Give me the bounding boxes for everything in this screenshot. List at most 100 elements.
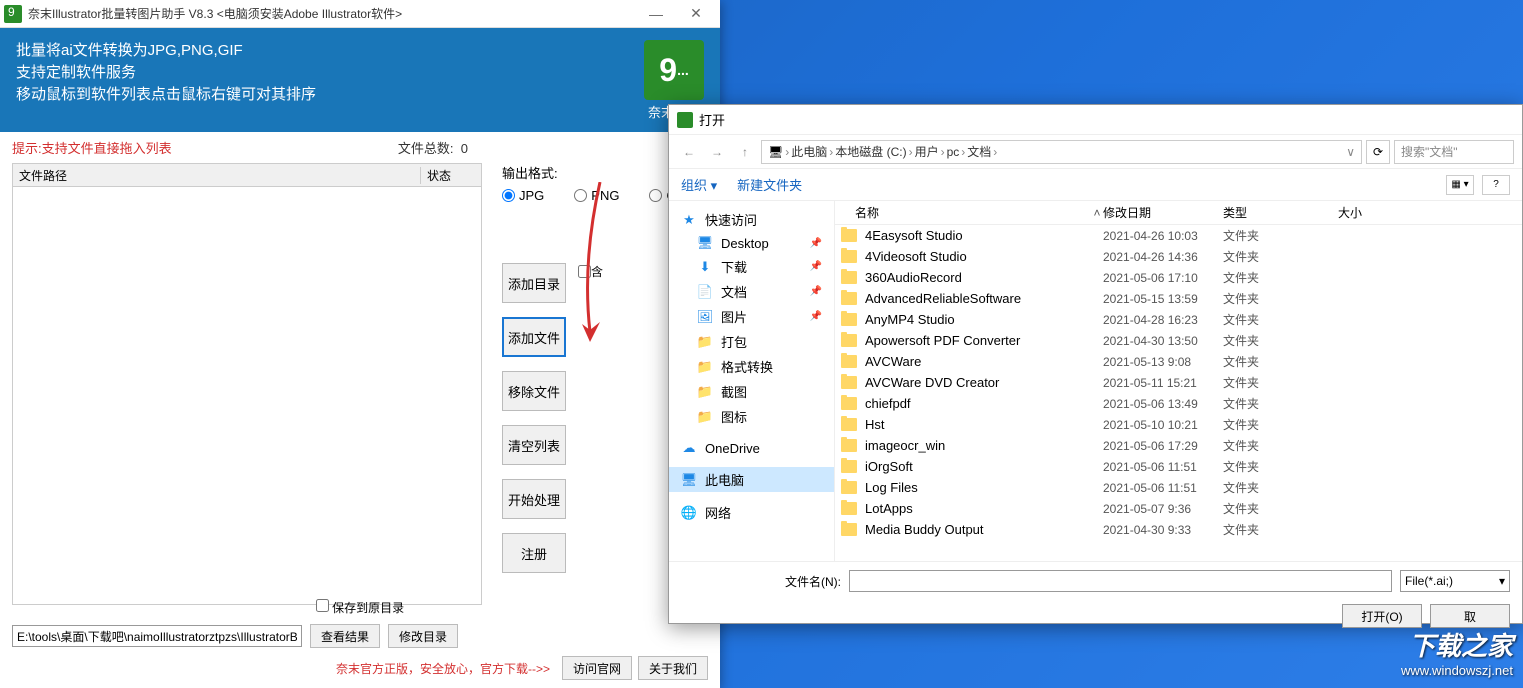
tip-text: 提示:支持文件直接拖入列表	[12, 138, 398, 157]
banner-line: 批量将ai文件转换为JPG,PNG,GIF	[16, 40, 704, 62]
sidebar-folder[interactable]: 📁截图	[669, 379, 834, 404]
breadcrumb[interactable]: 🖥› 此电脑› 本地磁盘 (C:)› 用户› pc› 文档› ∨	[761, 140, 1362, 164]
view-result-button[interactable]: 查看结果	[310, 624, 380, 648]
nav-forward-button[interactable]: →	[705, 140, 729, 164]
watermark: 下载之家 www.windowszj.net	[1401, 626, 1513, 678]
folder-icon	[841, 481, 857, 494]
folder-icon	[841, 376, 857, 389]
titlebar: 奈末Illustrator批量转图片助手 V8.3 <电脑须安装Adobe Il…	[0, 0, 720, 28]
col-size[interactable]: 大小	[1338, 204, 1522, 221]
sidebar-folder[interactable]: 📁图标	[669, 404, 834, 429]
sidebar-onedrive[interactable]: ☁OneDrive	[669, 437, 834, 459]
cancel-button[interactable]: 取	[1430, 604, 1510, 628]
banner-line: 移动鼠标到软件列表点击鼠标右键可对其排序	[16, 84, 704, 106]
add-directory-button[interactable]: 添加目录	[502, 263, 566, 303]
list-item[interactable]: 360AudioRecord2021-05-06 17:10文件夹	[835, 267, 1522, 288]
brand-logo-icon: 9...	[644, 40, 704, 100]
sidebar-quick-access[interactable]: ★快速访问	[669, 207, 834, 232]
sidebar-desktop[interactable]: 🖥Desktop📌	[669, 232, 834, 254]
sort-indicator-icon: ˄	[1091, 206, 1103, 220]
folder-icon	[841, 313, 857, 326]
close-button[interactable]: ✕	[676, 1, 716, 27]
folder-icon	[841, 229, 857, 242]
about-button[interactable]: 关于我们	[638, 656, 708, 680]
folder-icon	[841, 292, 857, 305]
file-count: 文件总数: 0	[398, 138, 468, 157]
list-item[interactable]: LotApps2021-05-07 9:36文件夹	[835, 498, 1522, 519]
app-window: 奈末Illustrator批量转图片助手 V8.3 <电脑须安装Adobe Il…	[0, 0, 720, 688]
list-item[interactable]: Hst2021-05-10 10:21文件夹	[835, 414, 1522, 435]
th-status: 状态	[421, 167, 481, 184]
view-mode-button[interactable]: ▦ ▾	[1446, 175, 1474, 195]
list-item[interactable]: iOrgSoft2021-05-06 11:51文件夹	[835, 456, 1522, 477]
search-input[interactable]: 搜索"文档"	[1394, 140, 1514, 164]
col-type[interactable]: 类型	[1223, 204, 1338, 221]
folder-icon	[841, 460, 857, 473]
filename-input[interactable]	[849, 570, 1392, 592]
list-item[interactable]: 4Videosoft Studio2021-04-26 14:36文件夹	[835, 246, 1522, 267]
list-item[interactable]: AVCWare2021-05-13 9:08文件夹	[835, 351, 1522, 372]
folder-icon	[841, 271, 857, 284]
sidebar-this-pc[interactable]: 🖥此电脑	[669, 467, 834, 492]
navigation-pane: ★快速访问 🖥Desktop📌 ⬇下载📌 📄文档📌 🖼图片📌 📁打包 📁格式转换…	[669, 201, 835, 561]
app-icon	[4, 5, 22, 23]
open-button[interactable]: 打开(O)	[1342, 604, 1422, 628]
sidebar-network[interactable]: 🌐网络	[669, 500, 834, 525]
sidebar-folder[interactable]: 📁打包	[669, 329, 834, 354]
minimize-button[interactable]: —	[636, 1, 676, 27]
folder-icon	[841, 397, 857, 410]
nav-up-button[interactable]: ↑	[733, 140, 757, 164]
list-item[interactable]: Apowersoft PDF Converter2021-04-30 13:50…	[835, 330, 1522, 351]
list-item[interactable]: AVCWare DVD Creator2021-05-11 15:21文件夹	[835, 372, 1522, 393]
file-table-body[interactable]	[12, 187, 482, 605]
list-item[interactable]: Log Files2021-05-06 11:51文件夹	[835, 477, 1522, 498]
save-original-checkbox[interactable]: 保存到原目录	[316, 599, 404, 616]
format-png-radio[interactable]: PNG	[574, 188, 619, 203]
dialog-icon	[677, 112, 693, 128]
banner: 批量将ai文件转换为JPG,PNG,GIF 支持定制软件服务 移动鼠标到软件列表…	[0, 28, 720, 132]
format-jpg-radio[interactable]: JPG	[502, 188, 544, 203]
folder-icon	[841, 418, 857, 431]
list-item[interactable]: AdvancedReliableSoftware2021-05-15 13:59…	[835, 288, 1522, 309]
output-path-input[interactable]	[12, 625, 302, 647]
folder-icon	[841, 334, 857, 347]
folder-icon	[841, 439, 857, 452]
list-item[interactable]: imageocr_win2021-05-06 17:29文件夹	[835, 435, 1522, 456]
dialog-title: 打开	[699, 110, 725, 129]
list-item[interactable]: Media Buddy Output2021-04-30 9:33文件夹	[835, 519, 1522, 540]
help-button[interactable]: ?	[1482, 175, 1510, 195]
modify-dir-button[interactable]: 修改目录	[388, 624, 458, 648]
list-header[interactable]: 名称 ˄ 修改日期 类型 大小	[835, 201, 1522, 225]
clear-list-button[interactable]: 清空列表	[502, 425, 566, 465]
banner-line: 支持定制软件服务	[16, 62, 704, 84]
list-item[interactable]: AnyMP4 Studio2021-04-28 16:23文件夹	[835, 309, 1522, 330]
start-process-button[interactable]: 开始处理	[502, 479, 566, 519]
nav-back-button[interactable]: ←	[677, 140, 701, 164]
dialog-titlebar: 打开	[669, 105, 1522, 135]
register-button[interactable]: 注册	[502, 533, 566, 573]
remove-file-button[interactable]: 移除文件	[502, 371, 566, 411]
col-name[interactable]: 名称	[835, 204, 1091, 221]
sidebar-pictures[interactable]: 🖼图片📌	[669, 304, 834, 329]
file-table-header: 文件路径 状态	[12, 163, 482, 187]
list-item[interactable]: chiefpdf2021-05-06 13:49文件夹	[835, 393, 1522, 414]
footer-text: 奈末官方正版，安全放心，官方下载-->>	[336, 660, 550, 677]
folder-icon	[841, 523, 857, 536]
window-title: 奈末Illustrator批量转图片助手 V8.3 <电脑须安装Adobe Il…	[28, 5, 636, 22]
th-path: 文件路径	[13, 167, 421, 184]
col-date[interactable]: 修改日期	[1103, 204, 1223, 221]
sidebar-downloads[interactable]: ⬇下载📌	[669, 254, 834, 279]
filename-label: 文件名(N):	[681, 573, 841, 590]
include-subdir-checkbox[interactable]: 含	[578, 263, 603, 280]
refresh-button[interactable]: ⟳	[1366, 140, 1390, 164]
filetype-select[interactable]: File(*.ai;)▾	[1400, 570, 1510, 592]
file-open-dialog: 打开 ← → ↑ 🖥› 此电脑› 本地磁盘 (C:)› 用户› pc› 文档› …	[668, 104, 1523, 624]
list-item[interactable]: 4Easysoft Studio2021-04-26 10:03文件夹	[835, 225, 1522, 246]
sidebar-documents[interactable]: 📄文档📌	[669, 279, 834, 304]
folder-icon	[841, 355, 857, 368]
sidebar-folder[interactable]: 📁格式转换	[669, 354, 834, 379]
visit-website-button[interactable]: 访问官网	[562, 656, 632, 680]
organize-button[interactable]: 组织 ▾	[681, 175, 717, 194]
add-file-button[interactable]: 添加文件	[502, 317, 566, 357]
new-folder-button[interactable]: 新建文件夹	[737, 175, 802, 194]
